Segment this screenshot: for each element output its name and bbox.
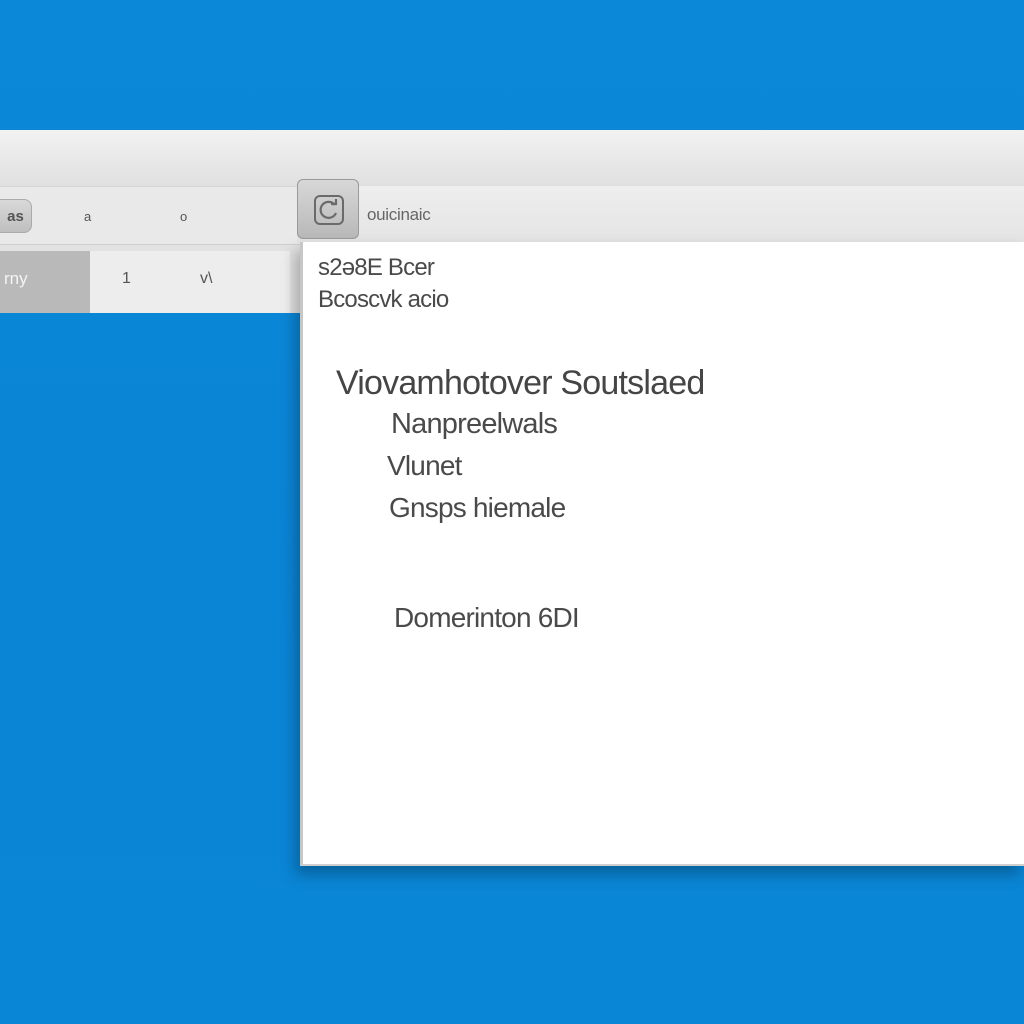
app-icon[interactable]: as (0, 199, 32, 233)
body-line-3: Gnsps hiemale (389, 492, 566, 523)
tab-strip: rny 1 v\ (0, 244, 300, 313)
background-window-titlebar[interactable] (0, 130, 1024, 186)
tab-second-label: 1 (122, 270, 131, 287)
document-app-icon[interactable] (297, 179, 359, 239)
document-content[interactable]: s2ə8E Bcer Bcoscvk acio Viovamhotover So… (303, 242, 1024, 864)
document-window[interactable]: s2ə8E Bcer Bcoscvk acio Viovamhotover So… (300, 242, 1024, 866)
closing-line: Domerinton 6DI (394, 602, 580, 633)
refresh-icon (314, 195, 344, 225)
tab-second[interactable]: 1 v\ (90, 251, 290, 313)
address-line-1: s2ə8E Bcer (318, 254, 435, 281)
toolbar-button-2[interactable]: o (180, 209, 187, 224)
tab-active[interactable]: rny (0, 251, 90, 313)
body-line-1: Nanpreelwals (391, 408, 558, 440)
document-window-titlebar[interactable]: ouicinaic (297, 179, 1024, 242)
greeting-line: Viovamhotover Soutslaed (336, 364, 705, 402)
address-line-2: Bcoscvk acio (318, 286, 449, 313)
document-title: ouicinaic (367, 205, 431, 224)
toolbar-button-1[interactable]: a (84, 209, 91, 224)
body-line-2: Vlunet (387, 450, 462, 481)
tab-second-extra: v\ (200, 270, 213, 287)
